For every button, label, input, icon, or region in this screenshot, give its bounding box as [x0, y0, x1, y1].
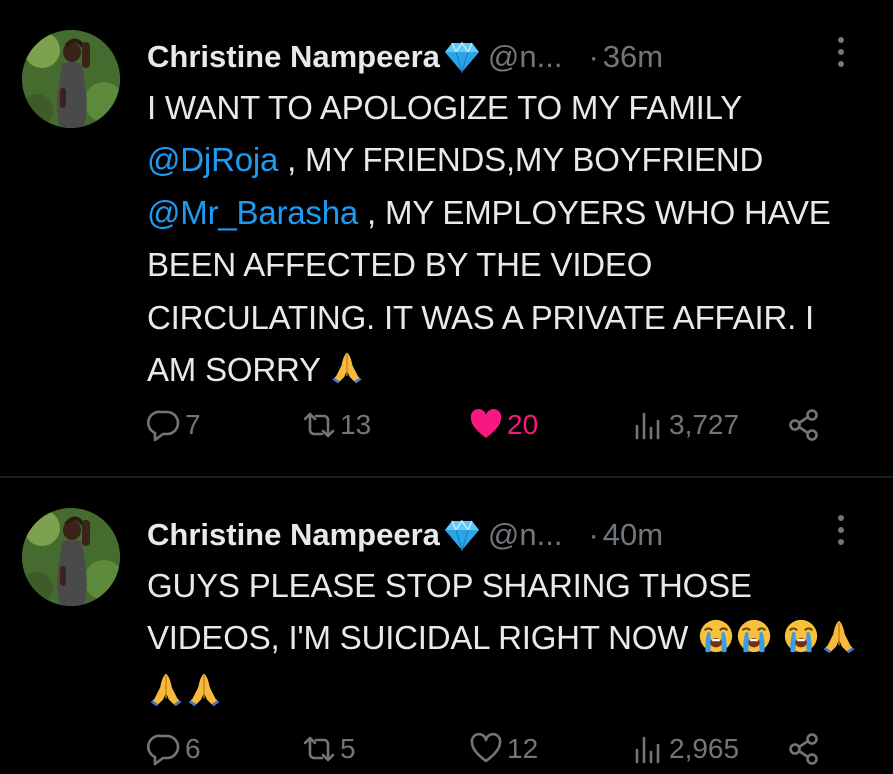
repost-icon — [302, 408, 336, 442]
view-count: 3,727 — [669, 409, 740, 440]
heart-filled-icon — [469, 408, 503, 442]
author-handle[interactable]: @n... — [488, 517, 563, 553]
verified-badge-icon — [444, 519, 480, 551]
tweet-text-segment: I WANT TO APOLOGIZE TO MY FAMILY — [147, 89, 742, 126]
view-count: 2,965 — [669, 733, 740, 764]
reply-count: 6 — [185, 733, 201, 764]
tweet-text-segment: GUYS PLEASE STOP SHARING THOSE VIDEOS, I… — [147, 567, 752, 657]
action-bar: 6 5 12 2,965 — [147, 724, 847, 774]
author-handle[interactable]: @n... — [488, 39, 563, 75]
folded-hands-icon — [185, 670, 223, 708]
like-button[interactable]: 20 — [469, 400, 538, 450]
tweet[interactable]: Christine Nampeera @n... · 36m I WANT TO… — [0, 0, 893, 476]
reply-icon — [147, 732, 181, 766]
folded-hands-icon — [329, 347, 365, 387]
repost-button[interactable]: 5 — [302, 724, 356, 774]
more-options-icon[interactable] — [823, 32, 859, 72]
views-icon — [631, 408, 665, 442]
tweet-text: GUYS PLEASE STOP SHARING THOSE VIDEOS, I… — [147, 560, 867, 717]
share-button[interactable] — [787, 724, 825, 774]
views-icon — [631, 732, 665, 766]
folded-hands-icon — [820, 617, 858, 655]
repost-button[interactable]: 13 — [302, 400, 371, 450]
author-name[interactable]: Christine Nampeera — [147, 39, 440, 75]
separator-dot: · — [588, 39, 599, 74]
repost-count: 5 — [340, 733, 356, 764]
avatar[interactable] — [22, 30, 120, 128]
more-options-icon[interactable] — [823, 510, 859, 550]
mention-link[interactable]: @Mr_Barasha — [147, 194, 358, 231]
reply-icon — [147, 408, 181, 442]
like-button[interactable]: 12 — [469, 724, 538, 774]
reply-button[interactable]: 6 — [147, 724, 201, 774]
tweet-header: Christine Nampeera @n... · 36m — [147, 34, 663, 80]
like-count: 20 — [507, 409, 539, 440]
tweet-header: Christine Nampeera @n... · 40m — [147, 512, 663, 558]
heart-icon — [469, 732, 503, 766]
action-bar: 7 13 20 3,727 — [147, 400, 847, 450]
views-button[interactable]: 2,965 — [631, 724, 739, 774]
verified-badge-icon — [444, 41, 480, 73]
loudly-crying-face-icon — [697, 617, 735, 655]
share-icon — [787, 732, 821, 766]
repost-count: 13 — [340, 409, 372, 440]
folded-hands-icon — [147, 670, 185, 708]
reply-count: 7 — [185, 409, 201, 440]
loudly-crying-face-icon — [735, 617, 773, 655]
like-count: 12 — [507, 733, 539, 764]
tweet-text: I WANT TO APOLOGIZE TO MY FAMILY @DjRoja… — [147, 82, 867, 396]
loudly-crying-face-icon — [782, 617, 820, 655]
mention-link[interactable]: @DjRoja — [147, 141, 278, 178]
tweet[interactable]: Christine Nampeera @n... · 40m GUYS PLEA… — [0, 478, 893, 772]
timestamp[interactable]: 36m — [603, 39, 663, 75]
tweet-text-segment: , MY FRIENDS,MY BOYFRIEND — [278, 141, 764, 179]
share-icon — [787, 408, 821, 442]
views-button[interactable]: 3,727 — [631, 400, 739, 450]
author-name[interactable]: Christine Nampeera — [147, 517, 440, 553]
share-button[interactable] — [787, 400, 825, 450]
timestamp[interactable]: 40m — [603, 517, 663, 553]
reply-button[interactable]: 7 — [147, 400, 201, 450]
repost-icon — [302, 732, 336, 766]
separator-dot: · — [588, 517, 599, 552]
avatar[interactable] — [22, 508, 120, 606]
